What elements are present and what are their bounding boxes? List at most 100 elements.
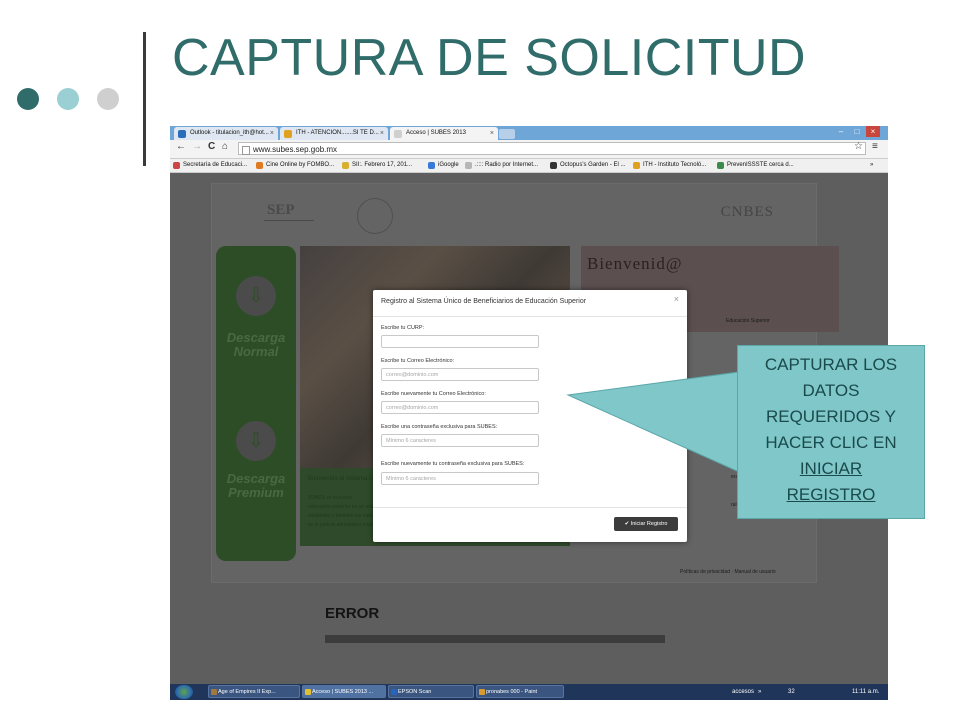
callout-link-line: REGISTRO xyxy=(786,485,876,504)
tab-ith[interactable]: ITH - ATENCION.......SI TE D... × xyxy=(280,127,388,140)
tab-outlook[interactable]: Outlook - titulacion_ith@hot... × xyxy=(174,127,278,140)
password-confirm-label: Escribe nuevamente tu contraseña exclusi… xyxy=(381,461,525,467)
error-message xyxy=(325,635,665,643)
download-premium-line: Descarga xyxy=(226,471,286,486)
download-premium-label[interactable]: Descarga Premium xyxy=(216,472,296,500)
cnbes-logo: CNBES xyxy=(720,204,774,220)
download-premium-icon[interactable]: ⇩ xyxy=(236,421,276,461)
task-label: pronabes 000 - Paint xyxy=(486,689,538,695)
email-confirm-input[interactable]: correo@dominio.com xyxy=(381,401,539,414)
tab-label: Outlook - titulacion_ith@hot... xyxy=(190,130,269,136)
modal-divider xyxy=(373,316,687,317)
blogger-icon xyxy=(256,162,263,169)
photo-text-line: se lo podrás administrar mejor xyxy=(308,522,376,528)
download-normal-icon[interactable]: ⇩ xyxy=(236,276,276,316)
bookmark-item[interactable]: SII:. Febrero 17, 201... xyxy=(342,159,412,172)
email-input[interactable]: correo@dominio.com xyxy=(381,368,539,381)
task-label: Age of Empires II Exp... xyxy=(218,689,276,695)
bookmark-item[interactable]: .:::: Radio por Internet... xyxy=(465,159,538,172)
curp-input[interactable] xyxy=(381,335,539,348)
bookmark-label: PrevenISSSTE cerca d... xyxy=(727,162,794,168)
epson-icon xyxy=(391,689,397,695)
forward-button[interactable]: → xyxy=(192,141,202,152)
reload-button[interactable]: C xyxy=(208,141,215,152)
instruction-callout: CAPTURAR LOS DATOS REQUERIDOS Y HACER CL… xyxy=(737,345,925,519)
callout-line: CAPTURAR LOS xyxy=(764,355,898,374)
taskbar-item[interactable]: EPSON Scan xyxy=(388,685,474,698)
minimize-button[interactable]: – xyxy=(834,126,848,137)
start-button[interactable] xyxy=(175,685,193,699)
url-text: www.subes.sep.gob.mx xyxy=(253,145,338,154)
tray-label[interactable]: accesos xyxy=(732,684,754,700)
ith-icon xyxy=(633,162,640,169)
outlook-icon xyxy=(178,130,186,138)
mexico-seal-icon xyxy=(357,198,393,234)
taskbar-item[interactable]: Acceso | SUBES 2013 ... xyxy=(302,685,386,698)
sep-icon xyxy=(173,162,180,169)
download-normal-label[interactable]: Descarga Normal xyxy=(216,331,296,359)
close-icon[interactable]: × xyxy=(270,127,274,140)
new-tab-button[interactable] xyxy=(499,129,515,139)
task-label: Acceso | SUBES 2013 ... xyxy=(312,689,374,695)
decor-dot-teal xyxy=(57,88,79,110)
curp-label: Escribe tu CURP: xyxy=(381,325,425,331)
error-heading: ERROR xyxy=(325,605,380,622)
welcome-heading: Bienvenid@ xyxy=(587,254,683,273)
subes-tagline: Educación Superior xyxy=(726,318,770,324)
slide-title: CAPTURA DE SOLICITUD xyxy=(172,29,807,87)
photo-caption-title: Bienvenido al Sistema Únic xyxy=(308,476,382,482)
password-input[interactable]: Mínimo 6 caracteres xyxy=(381,434,539,447)
bookmark-label: .:::: Radio por Internet... xyxy=(475,162,539,168)
footer-links[interactable]: Políticas de privacidad · Manual de usua… xyxy=(680,569,776,575)
bookmark-label: SII:. Febrero 17, 201... xyxy=(352,162,413,168)
registration-modal: Registro al Sistema Único de Beneficiari… xyxy=(373,290,687,542)
bookmark-label: Octopus's Garden - El ... xyxy=(560,162,626,168)
bookmark-label: iGoogle xyxy=(438,162,459,168)
email-confirm-label: Escribe nuevamente tu Correo Electrónico… xyxy=(381,391,486,397)
title-divider xyxy=(143,32,146,166)
tab-subes[interactable]: Acceso | SUBES 2013 × xyxy=(390,127,498,140)
bookmark-item[interactable]: Octopus's Garden - El ... xyxy=(550,159,626,172)
maximize-button[interactable]: □ xyxy=(850,126,864,137)
close-icon[interactable]: × xyxy=(380,127,384,140)
page-icon xyxy=(394,130,402,138)
chevron-icon[interactable]: » xyxy=(758,684,761,700)
download-panel: ⇩ Descarga Normal ⇩ Descarga Premium xyxy=(216,246,296,561)
browser-toolbar: ← → C ⌂ www.subes.sep.gob.mx ☆ ≡ xyxy=(170,140,888,159)
back-button[interactable]: ← xyxy=(176,141,186,152)
modal-divider xyxy=(373,507,687,508)
menu-icon[interactable]: ≡ xyxy=(872,141,878,152)
app-icon xyxy=(211,689,217,695)
bookmark-item[interactable]: Cine Online by FOMBO... xyxy=(256,159,334,172)
email-label: Escribe tu Correo Electrónico: xyxy=(381,358,455,364)
logo-underline xyxy=(264,220,314,221)
sii-icon xyxy=(342,162,349,169)
bookmark-item[interactable]: iGoogle xyxy=(428,159,459,172)
home-button[interactable]: ⌂ xyxy=(222,141,228,152)
window-close-button[interactable]: × xyxy=(866,126,880,137)
bookmark-item[interactable]: ITH - Instituto Tecnoló... xyxy=(633,159,706,172)
download-normal-line: Normal xyxy=(233,344,279,359)
chrome-icon xyxy=(305,689,311,695)
address-bar[interactable]: www.subes.sep.gob.mx xyxy=(238,142,866,155)
bookmark-item[interactable]: PrevenISSSTE cerca d... xyxy=(717,159,794,172)
bookmark-label: Secretaría de Educaci... xyxy=(183,162,248,168)
iniciar-registro-button[interactable]: ✔ Iniciar Registro xyxy=(614,517,678,531)
bookmark-star-icon[interactable]: ☆ xyxy=(854,141,863,152)
bookmark-item[interactable]: Secretaría de Educaci... xyxy=(173,159,247,172)
close-icon[interactable]: × xyxy=(490,127,494,140)
browser-titlebar: Outlook - titulacion_ith@hot... × ITH - … xyxy=(170,126,888,140)
password-confirm-input[interactable]: Mínimo 6 caracteres xyxy=(381,472,539,485)
clock[interactable]: 11:11 a.m. xyxy=(852,684,879,700)
taskbar-item[interactable]: Age of Empires II Exp... xyxy=(208,685,300,698)
decor-dot-dark xyxy=(17,88,39,110)
taskbar-item[interactable]: pronabes 000 - Paint xyxy=(476,685,564,698)
bookmarks-more[interactable]: » xyxy=(870,159,873,172)
page-icon xyxy=(242,146,250,155)
octopus-icon xyxy=(550,162,557,169)
photo-caption-text: SUBES es el nuevo educación superior en … xyxy=(308,494,376,530)
password-label: Escribe una contraseña exclusiva para SU… xyxy=(381,424,498,430)
task-label: EPSON Scan xyxy=(398,689,432,695)
modal-close-icon[interactable]: × xyxy=(674,294,679,304)
bookmark-label: Cine Online by FOMBO... xyxy=(266,162,335,168)
